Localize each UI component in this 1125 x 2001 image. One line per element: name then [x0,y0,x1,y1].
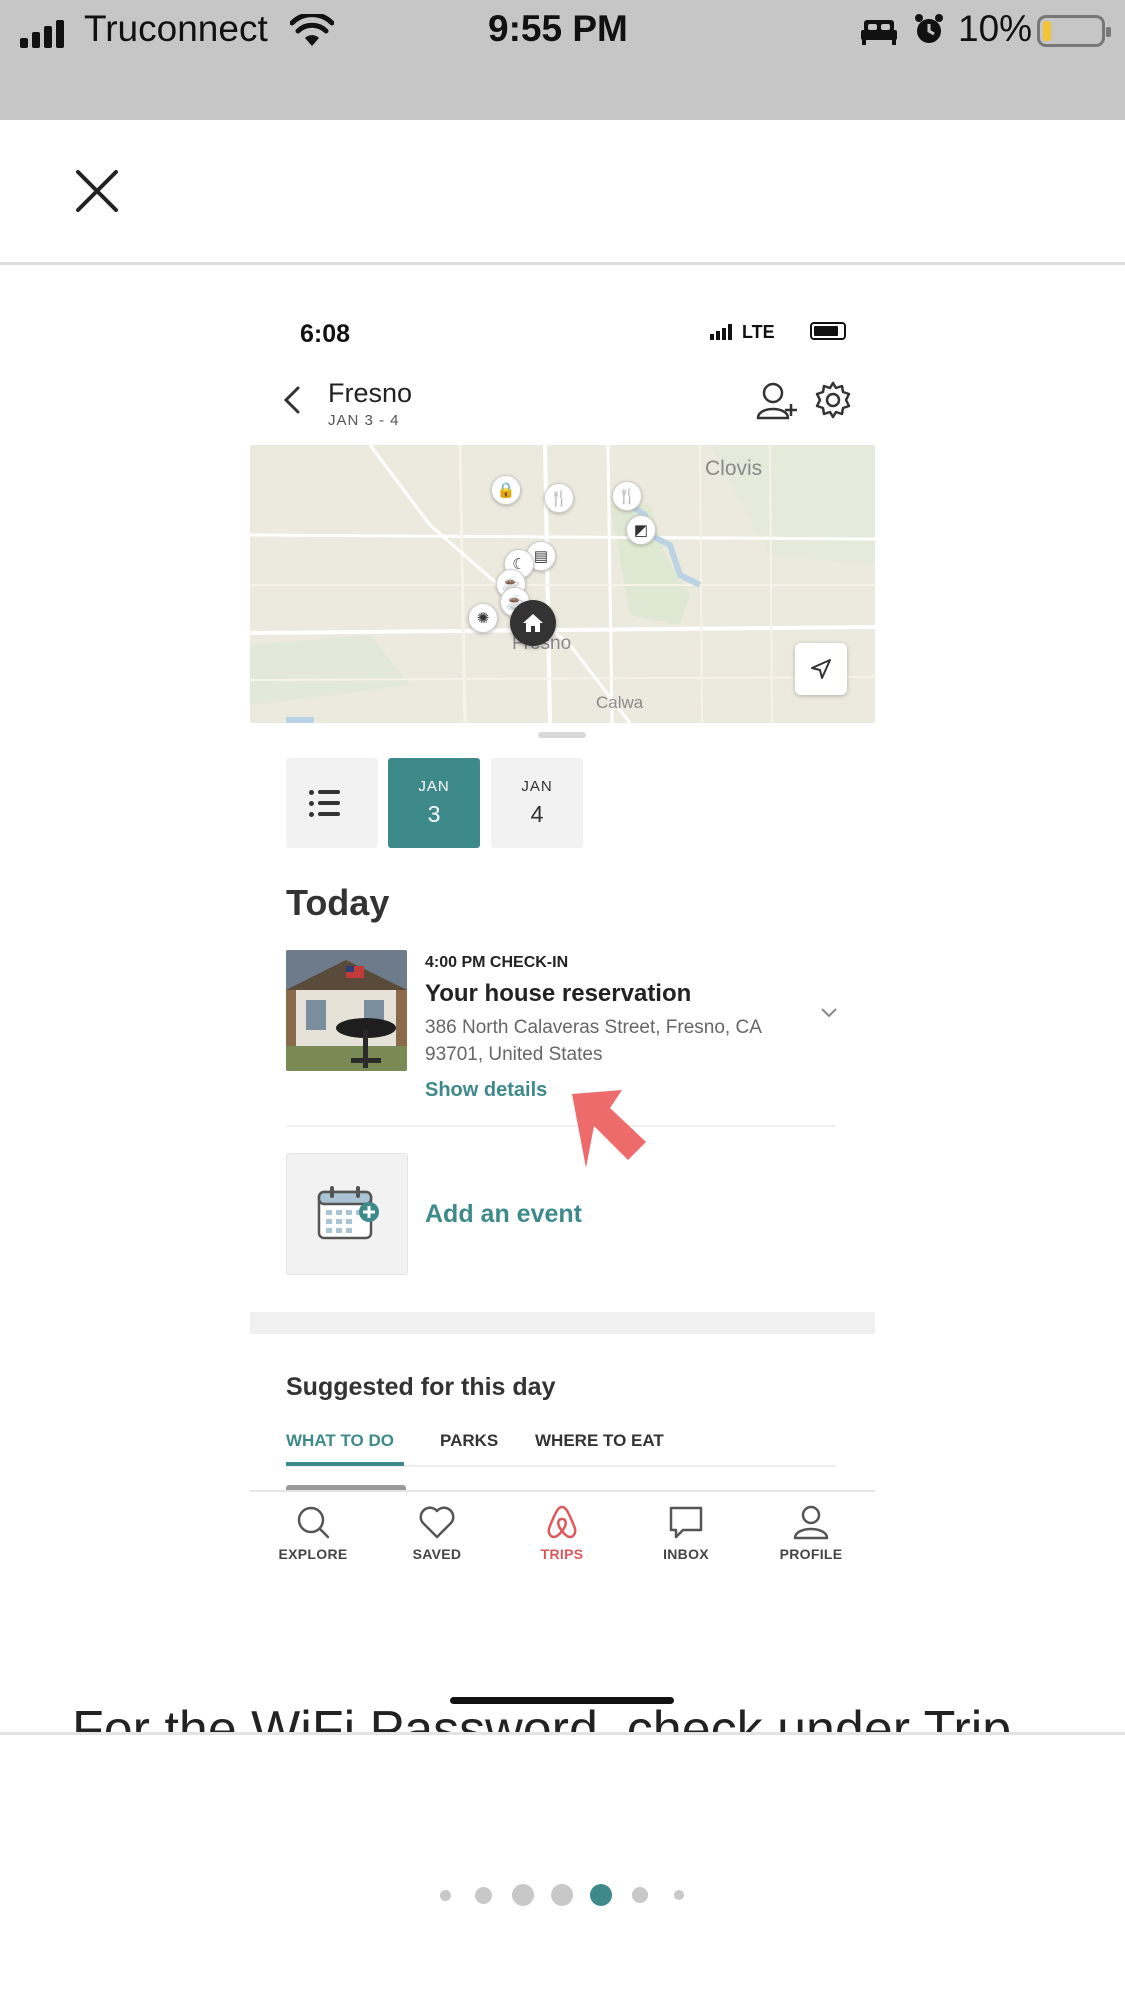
status-time: 9:55 PM [488,8,628,49]
back-chevron-icon[interactable] [280,382,304,418]
house-photo[interactable] [286,950,407,1071]
battery-percent: 10% [958,8,1033,49]
tab-parks[interactable]: PARKS [440,1431,498,1451]
section-separator [250,1312,875,1334]
bottom-tab-bar: EXPLORE SAVED TRIPS INBOX PROFILE [250,1490,875,1600]
carrier-name: Truconnect [84,8,268,49]
tab-inbox[interactable]: INBOX [631,1504,741,1562]
battery-icon [1037,15,1111,47]
tab-trips[interactable]: TRIPS [507,1504,617,1562]
gear-icon[interactable] [813,380,853,420]
day-tab-month: JAN [418,778,450,795]
page-dot[interactable] [440,1890,451,1901]
address-line: 93701, United States [425,1044,603,1065]
reservation-time: 4:00 PM CHECK-IN [425,954,569,971]
close-icon[interactable] [72,166,122,216]
inner-signal-icon [710,324,732,340]
caption-divider [0,1732,1125,1735]
day-tab-month: JAN [521,778,553,795]
day-tab-day: 3 [427,801,441,827]
modal-sheet: 6:08 LTE Fresno JAN 3 - 4 Clovis Calwa 🔒… [0,120,1125,2001]
map-pin-ticket[interactable]: ◩ [626,515,656,545]
page-dot[interactable] [632,1887,648,1903]
map-pin-activity[interactable]: ✺ [468,603,498,633]
caption-viewport: For the WiFi Password, check under Trip [0,1680,1125,1733]
tutorial-screenshot: 6:08 LTE Fresno JAN 3 - 4 Clovis Calwa 🔒… [250,300,875,1730]
map-pin-restaurant[interactable]: 🍴 [612,481,642,511]
status-bar: Truconnect 9:55 PM 10% ‹ [0,0,1125,144]
caption-text: For the WiFi Password, check under Trip [72,1701,1012,1733]
section-title: Today [286,882,390,923]
tab-profile[interactable]: PROFILE [756,1504,866,1562]
add-event-button[interactable]: Add an event [425,1200,582,1229]
trip-title: Fresno [328,378,413,408]
map-label-clovis: Clovis [705,457,763,480]
home-icon[interactable] [510,600,556,646]
day-tab-jan-3[interactable]: JAN 3 [388,758,480,848]
inner-status-time: 6:08 [300,320,351,348]
inner-battery-icon [810,322,846,340]
user-icon [793,1505,829,1540]
page-dot-active[interactable] [590,1884,612,1906]
bed-icon [861,20,897,45]
map-label-calwa: Calwa [596,693,644,712]
alarm-icon [915,14,943,43]
day-tab-day: 4 [530,801,544,827]
message-icon [669,1506,703,1539]
tab-saved[interactable]: SAVED [382,1504,492,1562]
trip-map[interactable]: Clovis Fresno Calwa 🔒 🍴 🍴 ◩ ▤ ☾ ☕ ☕ ✺ [250,445,875,723]
page-dot[interactable] [674,1890,684,1900]
row-divider [286,1125,836,1127]
trip-dates: JAN 3 - 4 [328,412,400,429]
day-tab-jan-4[interactable]: JAN 4 [491,758,583,848]
add-event-tile[interactable] [286,1153,408,1275]
drag-handle[interactable] [538,732,586,738]
tab-where-to-eat[interactable]: WHERE TO EAT [535,1431,664,1451]
wifi-icon [290,14,334,46]
chevron-down-icon[interactable] [820,1007,838,1019]
pagination-dots [0,1880,1125,1910]
header-divider [0,262,1125,265]
show-details-link[interactable]: Show details [425,1079,547,1102]
page-dot[interactable] [512,1884,534,1906]
tab-label: SAVED [412,1546,462,1562]
reservation-address: 386 North Calaveras Street, Fresno, CA 9… [425,1014,825,1068]
page-dot[interactable] [475,1887,492,1904]
address-line: 386 North Calaveras Street, Fresno, CA [425,1017,762,1038]
locate-me-icon[interactable] [795,643,847,695]
inner-network-label: LTE [742,322,775,342]
itinerary-list-button[interactable] [286,758,378,848]
map-pin-lock[interactable]: 🔒 [491,475,521,505]
tab-what-to-do[interactable]: WHAT TO DO [286,1431,394,1451]
page-dot[interactable] [551,1884,573,1906]
calendar-add-icon [317,1186,379,1240]
search-icon [297,1506,330,1539]
tab-label: INBOX [663,1546,709,1562]
add-user-icon[interactable] [755,380,799,422]
tab-label: PROFILE [779,1546,843,1562]
tab-label: EXPLORE [278,1546,348,1562]
tab-explore[interactable]: EXPLORE [258,1504,368,1562]
heart-icon [419,1506,455,1539]
map-pin-restaurant[interactable]: 🍴 [544,483,574,513]
active-tab-underline [286,1462,404,1466]
pointer-arrow-icon [572,1090,646,1168]
tab-label: TRIPS [540,1546,584,1562]
airbnb-logo-icon [547,1505,577,1539]
reservation-title: Your house reservation [425,980,692,1007]
suggested-title: Suggested for this day [286,1373,556,1401]
